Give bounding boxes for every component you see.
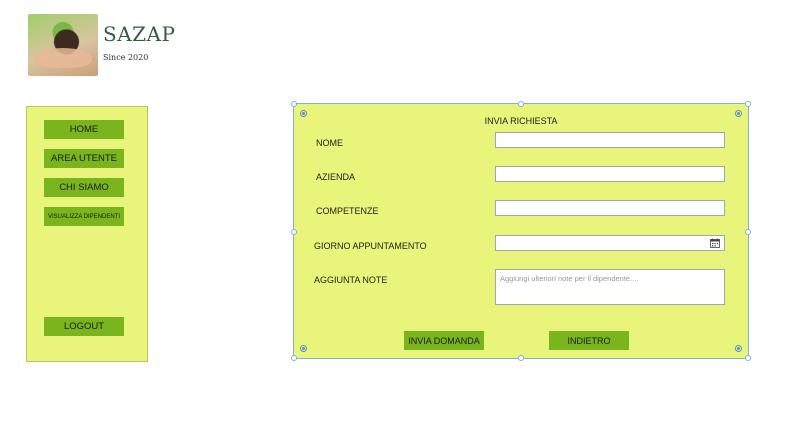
request-form-panel: INVIA RICHIESTA NOME AZIENDA COMPETENZE … [291,101,751,361]
calendar-icon[interactable] [710,238,720,248]
nome-input[interactable] [495,132,725,148]
anchor-icon [735,345,742,352]
submit-request-button[interactable]: INVIA DOMANDA [404,331,484,350]
notes-textarea[interactable] [495,269,725,305]
competenze-input[interactable] [495,200,725,216]
sidebar-item-home[interactable]: HOME [44,120,124,139]
form-title: INVIA RICHIESTA [484,116,558,126]
date-picker[interactable] [495,235,725,251]
giorno-appuntamento-label: GIORNO APPUNTAMENTO [314,241,427,251]
resize-handle-top-right[interactable] [745,101,751,107]
resize-handle-bottom-left[interactable] [291,355,297,361]
brand-since: Since 2020 [103,53,149,62]
resize-handle-top-left[interactable] [291,101,297,107]
back-button[interactable]: INDIETRO [549,331,629,350]
aggiunta-note-label: AGGIUNTA NOTE [314,275,388,285]
sidebar-item-visualizza-dipendenti[interactable]: VISUALIZZA DIPENDENTI [44,207,124,226]
nome-label: NOME [316,138,343,148]
resize-handle-left[interactable] [291,229,297,235]
sidebar: HOME AREA UTENTE CHI SIAMO VISUALIZZA DI… [26,106,148,362]
logout-button[interactable]: LOGOUT [44,317,124,336]
brand-name: SAZAP [103,22,176,46]
logo-image [28,14,98,76]
sidebar-item-chi-siamo[interactable]: CHI SIAMO [44,178,124,197]
resize-handle-bottom-right[interactable] [745,355,751,361]
sidebar-item-area-utente[interactable]: AREA UTENTE [44,149,124,168]
hands-illustration [34,48,92,68]
azienda-label: AZIENDA [316,172,356,182]
azienda-input[interactable] [495,166,725,182]
competenze-label: COMPETENZE [316,206,379,216]
anchor-icon [300,345,307,352]
resize-handle-top[interactable] [518,101,524,107]
resize-handle-bottom[interactable] [518,355,524,361]
resize-handle-right[interactable] [745,229,751,235]
